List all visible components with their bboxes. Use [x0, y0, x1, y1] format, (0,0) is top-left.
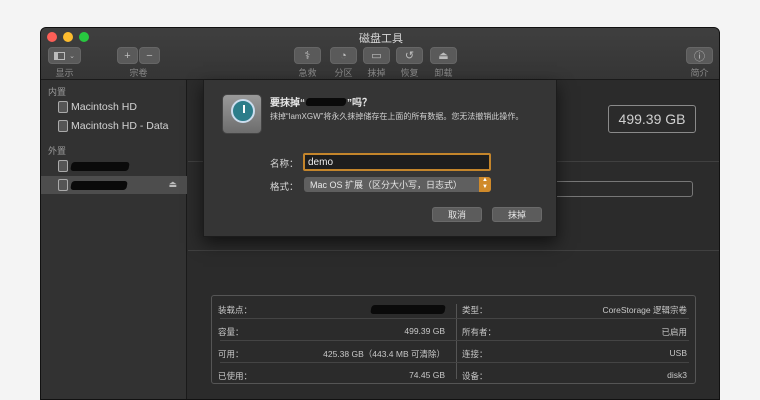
capacity-display: 499.39 GB	[608, 105, 696, 133]
device-value: disk3	[667, 370, 687, 380]
disk-utility-app-icon	[222, 94, 262, 134]
unmount-button[interactable]: ⏏	[430, 47, 457, 64]
internal-header: 内置	[48, 87, 67, 97]
info-table: 装载点： 容量： 499.39 GB 可用： 425.38 GB（443.4 M…	[211, 295, 696, 384]
sidebar-item-external-volume[interactable]: ⏏	[41, 176, 187, 194]
redacted-label	[70, 161, 130, 171]
disk-icon	[58, 160, 68, 172]
stethoscope-icon: ⚕	[304, 50, 311, 62]
volume-label: 宗卷	[129, 68, 148, 78]
capacity-value: 499.39 GB	[404, 326, 445, 336]
erase-toolbar-label: 抹掉	[367, 68, 386, 78]
connection-value: USB	[669, 348, 687, 358]
window-title: 磁盘工具	[359, 33, 403, 45]
restore-label: 恢复	[400, 68, 419, 78]
redacted-label	[70, 180, 128, 190]
erase-toolbar-button[interactable]: ▭	[363, 47, 390, 64]
view-label: 显示	[55, 68, 74, 78]
view-button[interactable]: ⌄	[48, 47, 81, 64]
sidebar-item-macintosh-hd-data[interactable]: Macintosh HD - Data	[41, 117, 187, 135]
eject-icon[interactable]: ⏏	[168, 179, 177, 190]
partition-button[interactable]: ◔	[330, 47, 357, 64]
available-value: 425.38 GB（443.4 MB 可清除）	[323, 349, 445, 359]
dialog-title-prefix: 要抹掉“	[270, 98, 305, 109]
used-value: 74.45 GB	[409, 370, 445, 380]
row-divider	[220, 340, 689, 341]
type-value: CoreStorage 逻辑宗卷	[602, 305, 687, 315]
sidebar: 内置 Macintosh HD Macintosh HD - Data 外置 ⏏	[41, 80, 187, 399]
format-label: 格式：	[270, 182, 299, 193]
available-label: 可用：	[218, 349, 244, 359]
sidebar-item-external-disk[interactable]	[41, 157, 187, 175]
redacted-mount-point	[370, 305, 446, 314]
row-divider	[220, 318, 689, 319]
used-label: 已使用：	[218, 371, 253, 381]
type-label: 类型：	[462, 305, 488, 315]
device-label: 设备：	[462, 371, 488, 381]
name-field[interactable]	[303, 153, 491, 171]
toolbar: 磁盘工具 ⌄ 显示 + − 宗卷 ⚕ 急救 ◔ 分区 ▭ 抹掉 ↺ 恢复 ⏏ 卸…	[41, 28, 719, 80]
clock-icon	[231, 99, 255, 123]
disk-icon	[58, 101, 68, 113]
owners-value: 已启用	[661, 327, 687, 337]
info-icon: ⓘ	[694, 50, 705, 63]
chevron-down-icon: ⌄	[69, 52, 75, 60]
disk-icon	[58, 179, 68, 191]
erase-confirm-button[interactable]: 抹掉	[492, 207, 542, 222]
add-volume-button[interactable]: +	[117, 47, 138, 64]
pie-icon: ◔	[340, 49, 347, 62]
unmount-icon: ⏏	[438, 50, 449, 62]
format-value: Mac OS 扩展（区分大小写，日志式）	[310, 180, 463, 190]
divider	[188, 250, 719, 251]
row-divider	[220, 362, 689, 363]
unmount-label: 卸载	[434, 68, 453, 78]
disk-icon	[58, 120, 68, 132]
capacity-label: 容量：	[218, 327, 244, 337]
format-select[interactable]: Mac OS 扩展（区分大小写，日志式） ▲ ▼	[304, 177, 491, 192]
connection-label: 连接：	[462, 349, 488, 359]
erase-dialog: 要抹掉“ ”吗？ 抹掉“lamXGW”将永久抹掉储存在上面的所有数据。您无法撤销此…	[203, 80, 557, 237]
remove-volume-button[interactable]: −	[139, 47, 160, 64]
info-label: 简介	[690, 68, 709, 78]
dialog-title: 要抹掉“ ”吗？	[270, 94, 372, 109]
dialog-title-suffix: ”吗？	[347, 98, 372, 109]
first-aid-button[interactable]: ⚕	[294, 47, 321, 64]
mount-point-label: 装载点：	[218, 305, 253, 315]
cancel-button[interactable]: 取消	[432, 207, 482, 222]
name-label: 名称：	[270, 159, 299, 170]
info-button[interactable]: ⓘ	[686, 47, 713, 64]
sidebar-icon	[54, 51, 66, 60]
restore-button[interactable]: ↺	[396, 47, 423, 64]
erase-icon: ▭	[371, 50, 382, 62]
column-divider	[456, 304, 457, 379]
redacted-volume-name	[305, 98, 347, 106]
sidebar-item-label: Macintosh HD - Data	[71, 120, 169, 132]
external-header: 外置	[48, 146, 67, 156]
minus-icon: −	[146, 49, 153, 62]
usage-bar	[536, 181, 693, 197]
updown-chevron-icon: ▲ ▼	[479, 177, 491, 192]
owners-label: 所有者：	[462, 327, 497, 337]
partition-label: 分区	[334, 68, 353, 78]
first-aid-label: 急救	[298, 68, 317, 78]
sidebar-item-macintosh-hd[interactable]: Macintosh HD	[41, 98, 187, 116]
sidebar-item-label: Macintosh HD	[71, 101, 137, 113]
plus-icon: +	[124, 49, 131, 62]
restore-icon: ↺	[404, 50, 415, 62]
dialog-message: 抹掉“lamXGW”将永久抹掉储存在上面的所有数据。您无法撤销此操作。	[270, 112, 524, 121]
